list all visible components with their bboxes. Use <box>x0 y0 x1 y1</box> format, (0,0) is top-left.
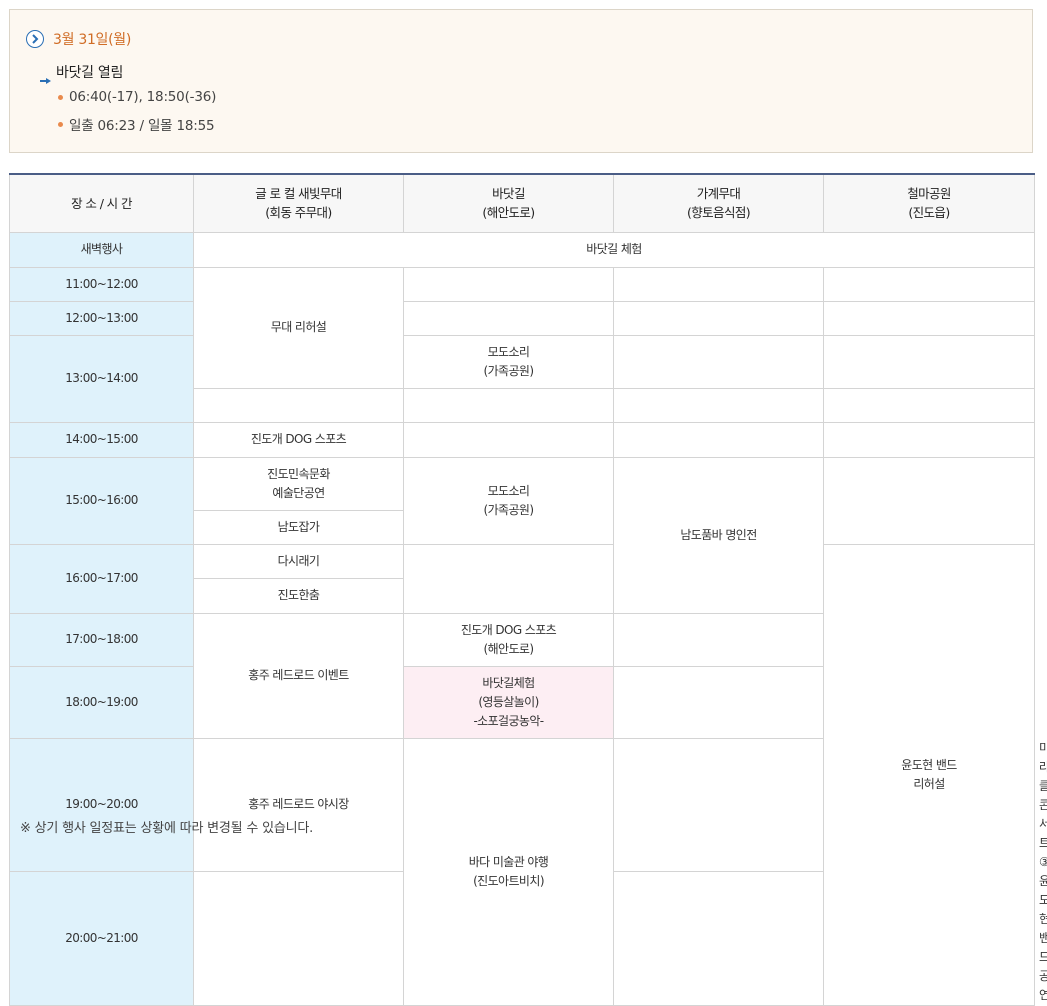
schedule-table: 장 소 / 시 간 글 로 컬 새빛무대 (회동 주무대) 바닷길 (해안도로) 가… <box>9 173 1047 1006</box>
empty-cell <box>823 456 1035 545</box>
empty-cell <box>193 871 404 1006</box>
table-row: 16:00~17:00 다시래기 윤도현 밴드 리허설 <box>9 543 1035 1006</box>
chevron-right-circle-icon[interactable] <box>26 30 44 48</box>
empty-cell <box>403 266 614 302</box>
table-header-row: 장 소 / 시 간 글 로 컬 새빛무대 (회동 주무대) 바닷길 (해안도로) 가… <box>9 173 1035 233</box>
empty-cell <box>823 421 1035 458</box>
header-seaway: 바닷길 (해안도로) <box>403 173 614 233</box>
table-row: 11:00~12:00 무대 리허설 <box>9 266 1035 389</box>
schedule-notice: ※ 상기 행사 일정표는 상황에 따라 변경될 수 있습니다. <box>20 821 314 836</box>
date-header: 3월 31일(월) <box>26 28 131 50</box>
time-cell: 17:00~18:00 <box>9 612 194 667</box>
date-label: 3월 31일(월) <box>53 32 132 48</box>
tide-times: 06:40(-17), 18:50(-36) <box>58 89 216 105</box>
opening-title-row: 바닷길 열림 <box>40 62 124 84</box>
table-row: 13:00~14:00 모도소리 (가족공원) <box>9 334 1035 423</box>
empty-cell <box>823 334 1035 389</box>
event-cell: 홍주 레드로드 이벤트 <box>193 612 404 739</box>
empty-cell <box>613 871 824 1006</box>
table-row: 새벽행사 바닷길 체험 <box>9 231 1035 268</box>
time-cell: 12:00~13:00 <box>9 300 194 336</box>
event-cell: 바다 미술관 야행 (진도아트비치) <box>403 737 614 1006</box>
event-cell: 바닷길 체험 <box>193 231 1035 268</box>
time-cell: 19:00~20:00 <box>9 737 194 872</box>
time-cell: 14:00~15:00 <box>9 421 194 458</box>
opening-title: 바닷길 열림 <box>56 65 124 81</box>
header-shop-stage: 가계무대 (향토음식점) <box>613 173 824 233</box>
table-row: 15:00~16:00 진도민속문화 예술단공연 모도소리 (가족공원) 남도품바 … <box>9 456 1035 614</box>
table-row: 12:00~13:00 <box>9 300 1035 336</box>
empty-cell <box>613 665 824 739</box>
empty-cell <box>613 612 824 667</box>
event-cell: 남도잡가 <box>193 509 404 545</box>
time-cell: 18:00~19:00 <box>9 665 194 739</box>
event-cell: 진도개 DOG 스포츠 <box>193 421 404 458</box>
empty-cell <box>823 300 1035 336</box>
event-cell: 진도민속문화 예술단공연 <box>193 456 404 511</box>
table-row: 14:00~15:00 진도개 DOG 스포츠 <box>9 421 1035 458</box>
empty-cell <box>823 266 1035 302</box>
event-cell: 진도한춤 <box>193 577 404 614</box>
sunrise-sunset-text: 일출 06:23 / 일몰 18:55 <box>69 118 215 134</box>
empty-cell <box>403 387 614 423</box>
empty-cell <box>403 421 614 458</box>
empty-cell <box>613 737 824 872</box>
empty-cell <box>613 334 824 389</box>
empty-cell <box>403 543 614 614</box>
highlight-event-cell: 바닷길체험 (영등살놀이) -소포걸궁농악- <box>403 665 614 739</box>
empty-cell <box>403 300 614 336</box>
time-cell: 새벽행사 <box>9 231 194 268</box>
header-cheolma-park: 철마공원 (진도읍) <box>823 173 1035 233</box>
event-cell: 모도소리 (가족공원) <box>403 334 614 389</box>
bullet-dot-icon <box>58 121 63 127</box>
info-box: 3월 31일(월) 바닷길 열림 06:40(-17), 18:50(-36) … <box>9 9 1033 153</box>
empty-cell <box>823 387 1035 423</box>
time-cell: 11:00~12:00 <box>9 266 194 302</box>
event-cell: 다시래기 <box>193 543 404 579</box>
empty-cell <box>613 300 824 336</box>
event-cell: 윤도현 밴드 리허설 <box>823 543 1035 1006</box>
sunrise-sunset: 일출 06:23 / 일몰 18:55 <box>58 114 215 134</box>
empty-cell <box>613 421 824 458</box>
empty-cell <box>613 387 824 423</box>
event-cell: 남도품바 명인전 <box>613 456 824 614</box>
time-cell: 15:00~16:00 <box>9 456 194 545</box>
bullet-dot-icon <box>58 94 63 100</box>
header-place-time: 장 소 / 시 간 <box>9 173 194 233</box>
header-stage-main: 글 로 컬 새빛무대 (회동 주무대) <box>193 173 404 233</box>
time-cell: 16:00~17:00 <box>9 543 194 614</box>
time-cell: 13:00~14:00 <box>9 334 194 423</box>
event-cell: 무대 리허설 <box>193 266 404 389</box>
event-cell: 홍주 레드로드 야시장 <box>193 737 404 872</box>
time-cell: 20:00~21:00 <box>9 871 194 1006</box>
empty-cell <box>613 266 824 302</box>
tide-times-text: 06:40(-17), 18:50(-36) <box>69 89 217 105</box>
empty-cell <box>193 387 404 423</box>
event-cell: 모도소리 (가족공원) <box>403 456 614 545</box>
event-cell: 진도개 DOG 스포츠 (해안도로) <box>403 612 614 667</box>
arrow-right-icon <box>40 69 51 84</box>
